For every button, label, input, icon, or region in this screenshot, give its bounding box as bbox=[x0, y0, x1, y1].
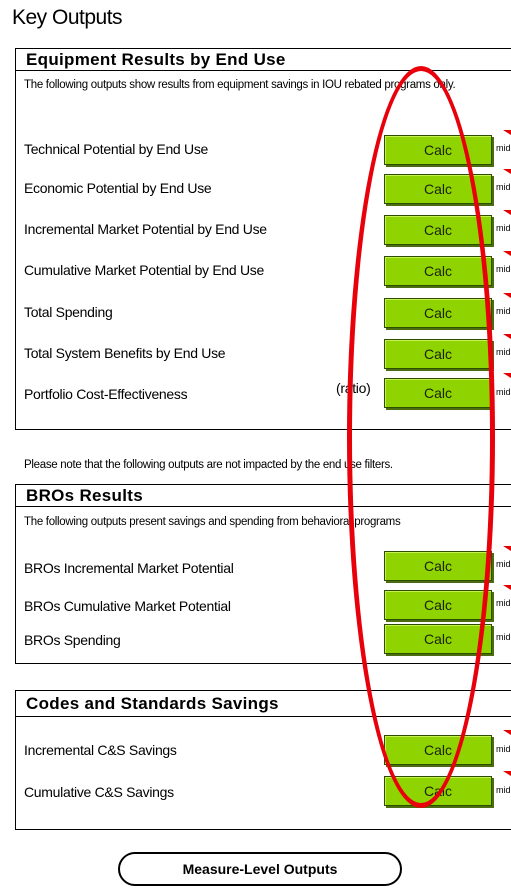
calc-button-total-spending[interactable]: Calc bbox=[384, 298, 492, 328]
row-label-incremental-cs-savings: Incremental C&S Savings bbox=[24, 742, 177, 758]
row-label-total-spending: Total Spending bbox=[24, 304, 113, 320]
calc-button-economic-potential[interactable]: Calc bbox=[384, 174, 492, 204]
mid-label: mid bbox=[496, 744, 511, 754]
calc-button-bros-spending[interactable]: Calc bbox=[384, 624, 492, 654]
row-label-bros-incremental: BROs Incremental Market Potential bbox=[24, 560, 234, 576]
mid-label: mid bbox=[496, 559, 511, 569]
mid-label: mid bbox=[496, 598, 511, 608]
row-label-cumulative-cs-savings: Cumulative C&S Savings bbox=[24, 784, 174, 800]
end-use-filter-note: Please note that the following outputs a… bbox=[24, 459, 393, 471]
comment-marker-icon bbox=[503, 373, 511, 378]
mid-label: mid bbox=[496, 264, 511, 274]
comment-marker-icon bbox=[503, 730, 511, 735]
codes-standards-heading: Codes and Standards Savings bbox=[16, 691, 511, 717]
calc-button-cumulative-cs-savings[interactable]: Calc bbox=[384, 776, 492, 806]
comment-marker-icon bbox=[503, 771, 511, 776]
row-label-technical-potential: Technical Potential by End Use bbox=[24, 141, 208, 157]
comment-marker-icon bbox=[503, 293, 511, 298]
row-label-incremental-market-potential: Incremental Market Potential by End Use bbox=[24, 221, 267, 237]
equipment-results-description: The following outputs show results from … bbox=[24, 79, 456, 91]
calc-button-cumulative-market-potential[interactable]: Calc bbox=[384, 256, 492, 286]
mid-label: mid bbox=[496, 347, 511, 357]
ratio-label: (ratio) bbox=[336, 380, 371, 396]
comment-marker-icon bbox=[503, 169, 511, 174]
calc-button-incremental-cs-savings[interactable]: Calc bbox=[384, 735, 492, 765]
comment-marker-icon bbox=[503, 546, 511, 551]
comment-marker-icon bbox=[503, 251, 511, 256]
calc-button-total-system-benefits[interactable]: Calc bbox=[384, 339, 492, 369]
mid-label: mid bbox=[496, 223, 511, 233]
row-label-cumulative-market-potential: Cumulative Market Potential by End Use bbox=[24, 262, 264, 278]
mid-label: mid bbox=[496, 632, 511, 642]
calc-button-incremental-market-potential[interactable]: Calc bbox=[384, 215, 492, 245]
row-label-bros-cumulative: BROs Cumulative Market Potential bbox=[24, 598, 231, 614]
bros-results-description: The following outputs present savings an… bbox=[24, 516, 401, 528]
mid-label: mid bbox=[496, 182, 511, 192]
comment-marker-icon bbox=[503, 130, 511, 135]
mid-label: mid bbox=[496, 306, 511, 316]
measure-level-outputs-button[interactable]: Measure-Level Outputs bbox=[118, 852, 402, 886]
row-label-economic-potential: Economic Potential by End Use bbox=[24, 180, 212, 196]
mid-label: mid bbox=[496, 785, 511, 795]
page-title: Key Outputs bbox=[12, 6, 123, 29]
bros-results-heading: BROs Results bbox=[16, 485, 511, 507]
equipment-results-heading: Equipment Results by End Use bbox=[16, 49, 511, 71]
mid-label: mid bbox=[496, 387, 511, 397]
calc-button-technical-potential[interactable]: Calc bbox=[384, 135, 492, 165]
row-label-portfolio-cost-effectiveness: Portfolio Cost-Effectiveness bbox=[24, 386, 188, 402]
row-label-bros-spending: BROs Spending bbox=[24, 632, 121, 648]
mid-label: mid bbox=[496, 143, 511, 153]
calc-button-bros-incremental[interactable]: Calc bbox=[384, 551, 492, 581]
calc-button-bros-cumulative[interactable]: Calc bbox=[384, 590, 492, 620]
row-label-total-system-benefits: Total System Benefits by End Use bbox=[24, 345, 226, 361]
calc-button-portfolio-cost-effectiveness[interactable]: Calc bbox=[384, 378, 492, 408]
comment-marker-icon bbox=[503, 334, 511, 339]
comment-marker-icon bbox=[503, 210, 511, 215]
comment-marker-icon bbox=[503, 585, 511, 590]
